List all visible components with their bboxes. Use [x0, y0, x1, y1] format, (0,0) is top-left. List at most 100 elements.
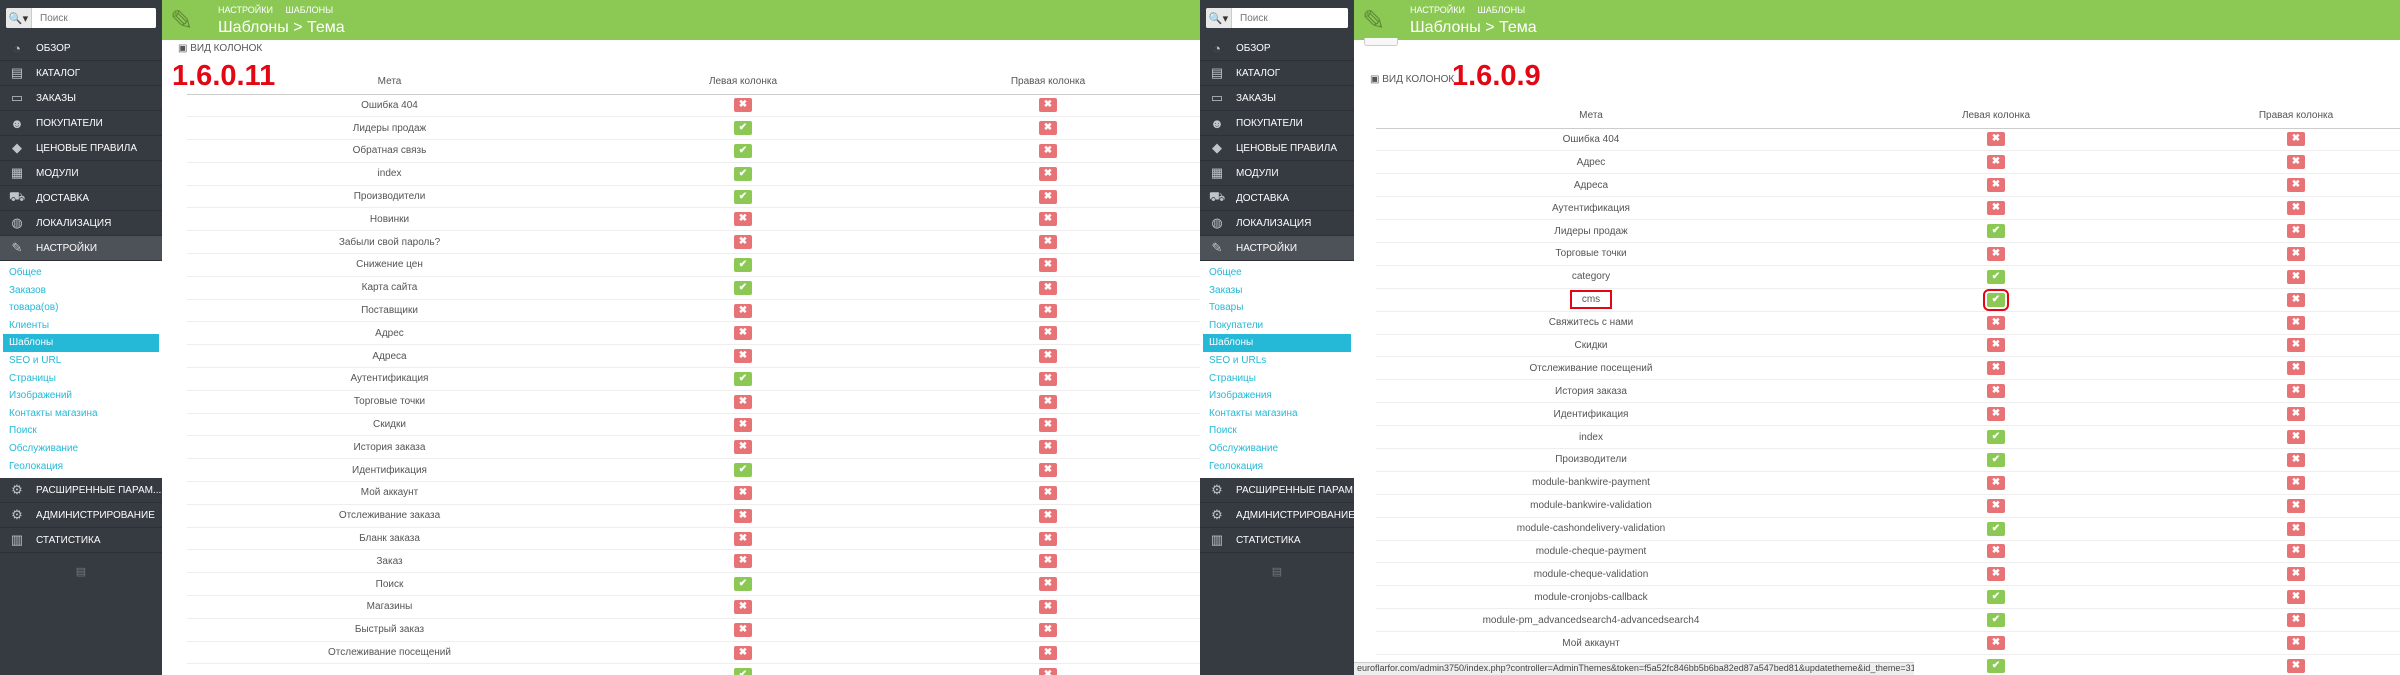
disabled-toggle-icon[interactable]: ✖ [2287, 636, 2305, 651]
menu-item-customers[interactable]: ☻ Покупатели [0, 111, 162, 136]
search-icon[interactable]: 🔍▾ [1206, 8, 1232, 28]
enabled-toggle-icon[interactable]: ✔ [1987, 452, 2005, 467]
menu-item-wrench[interactable]: ✎ Настройки [1200, 236, 1354, 261]
disabled-toggle-icon[interactable]: ✖ [1039, 508, 1057, 523]
disabled-toggle-icon[interactable]: ✖ [1039, 577, 1057, 592]
disabled-toggle-icon[interactable]: ✖ [1987, 246, 2005, 261]
menu-item-advanced-params[interactable]: ⚙ Расширенные парам... [0, 478, 162, 504]
disabled-toggle-icon[interactable]: ✖ [1039, 166, 1057, 181]
enabled-toggle-icon[interactable]: ✔ [1983, 288, 2009, 311]
disabled-toggle-icon[interactable]: ✖ [1987, 567, 2005, 582]
disabled-toggle-icon[interactable]: ✖ [1987, 201, 2005, 216]
disabled-toggle-icon[interactable]: ✖ [2287, 315, 2305, 330]
disabled-toggle-icon[interactable]: ✖ [1987, 338, 2005, 353]
menu-item-catalog[interactable]: ▤ Каталог [1200, 61, 1354, 86]
disabled-toggle-icon[interactable]: ✖ [2287, 224, 2305, 238]
menu-item-dashboard[interactable]: ◔ Обзор [1200, 36, 1354, 61]
disabled-toggle-icon[interactable]: ✖ [1039, 645, 1057, 660]
submenu-item[interactable]: SEO и URLs [1203, 352, 1351, 370]
disabled-toggle-icon[interactable]: ✖ [734, 417, 752, 432]
disabled-toggle-icon[interactable]: ✖ [1039, 349, 1057, 364]
disabled-toggle-icon[interactable]: ✖ [734, 212, 752, 227]
menu-item-advanced-params[interactable]: ⚙ Расширенные парам... [1200, 478, 1354, 504]
submenu-item[interactable]: Контакты магазина [3, 405, 159, 423]
disabled-toggle-icon[interactable]: ✖ [2287, 269, 2305, 284]
disabled-toggle-icon[interactable]: ✖ [1987, 498, 2005, 513]
menu-item-modules[interactable]: ▦ Модули [1200, 161, 1354, 186]
disabled-toggle-icon[interactable]: ✖ [1987, 178, 2005, 193]
enabled-toggle-icon[interactable]: ✔ [734, 166, 752, 181]
disabled-toggle-icon[interactable]: ✖ [2287, 498, 2305, 513]
disabled-toggle-icon[interactable]: ✖ [1987, 384, 2005, 399]
disabled-toggle-icon[interactable]: ✖ [2287, 155, 2305, 170]
disabled-toggle-icon[interactable]: ✖ [1039, 121, 1057, 136]
disabled-toggle-icon[interactable]: ✖ [1039, 257, 1057, 272]
submenu-item[interactable]: Покупатели [1203, 317, 1351, 335]
menu-item-stats[interactable]: ▥ Статистика [0, 528, 162, 554]
enabled-toggle-icon[interactable]: ✔ [734, 371, 752, 386]
menu-item-admin[interactable]: ⚙ Администрирование [1200, 503, 1354, 529]
disabled-toggle-icon[interactable]: ✖ [734, 508, 752, 523]
disabled-toggle-icon[interactable]: ✖ [1039, 280, 1057, 295]
disabled-toggle-icon[interactable]: ✖ [2287, 613, 2305, 628]
search-icon[interactable]: 🔍▾ [6, 8, 32, 28]
disabled-toggle-icon[interactable]: ✖ [1987, 407, 2005, 422]
collapse-menu-icon[interactable]: ▤ [1200, 565, 1354, 578]
breadcrumb-settings[interactable]: Настройки [218, 5, 273, 15]
disabled-toggle-icon[interactable]: ✖ [1039, 371, 1057, 386]
enabled-toggle-icon[interactable]: ✔ [1987, 521, 2005, 536]
disabled-toggle-icon[interactable]: ✖ [734, 235, 752, 250]
disabled-toggle-icon[interactable]: ✖ [1039, 98, 1057, 113]
enabled-toggle-icon[interactable]: ✔ [734, 668, 752, 675]
enabled-toggle-icon[interactable]: ✔ [734, 121, 752, 136]
submenu-item[interactable]: Заказов [3, 282, 159, 300]
disabled-toggle-icon[interactable]: ✖ [734, 349, 752, 364]
submenu-item[interactable]: Общее [3, 264, 159, 282]
enabled-toggle-icon[interactable]: ✔ [1987, 269, 2005, 284]
disabled-toggle-icon[interactable]: ✖ [2287, 246, 2305, 261]
menu-item-modules[interactable]: ▦ Модули [0, 161, 162, 186]
submenu-item[interactable]: Шаблоны [1203, 334, 1351, 352]
enabled-toggle-icon[interactable]: ✔ [1987, 224, 2005, 238]
disabled-toggle-icon[interactable]: ✖ [2287, 475, 2305, 490]
disabled-toggle-icon[interactable]: ✖ [1039, 622, 1057, 637]
submenu-item[interactable]: Обслуживание [1203, 440, 1351, 458]
disabled-toggle-icon[interactable]: ✖ [1039, 531, 1057, 546]
collapsed-tab[interactable] [1364, 38, 1398, 46]
disabled-toggle-icon[interactable]: ✖ [2287, 407, 2305, 422]
submenu-item[interactable]: Геолокация [1203, 458, 1351, 476]
submenu-item[interactable]: Товары [1203, 299, 1351, 317]
enabled-toggle-icon[interactable]: ✔ [734, 577, 752, 592]
disabled-toggle-icon[interactable]: ✖ [1039, 189, 1057, 204]
disabled-toggle-icon[interactable]: ✖ [734, 622, 752, 637]
disabled-toggle-icon[interactable]: ✖ [734, 485, 752, 500]
disabled-toggle-icon[interactable]: ✖ [1039, 463, 1057, 478]
disabled-toggle-icon[interactable]: ✖ [1039, 212, 1057, 227]
enabled-toggle-icon[interactable]: ✔ [1987, 430, 2005, 445]
disabled-toggle-icon[interactable]: ✖ [2287, 452, 2305, 467]
disabled-toggle-icon[interactable]: ✖ [2287, 567, 2305, 582]
disabled-toggle-icon[interactable]: ✖ [2287, 338, 2305, 353]
submenu-item[interactable]: Заказы [1203, 282, 1351, 300]
disabled-toggle-icon[interactable]: ✖ [1039, 143, 1057, 158]
disabled-toggle-icon[interactable]: ✖ [734, 599, 752, 614]
breadcrumb-settings[interactable]: Настройки [1410, 5, 1465, 15]
disabled-toggle-icon[interactable]: ✖ [734, 394, 752, 409]
disabled-toggle-icon[interactable]: ✖ [1987, 132, 2005, 147]
menu-item-localization[interactable]: ◍ Локализация [1200, 211, 1354, 236]
disabled-toggle-icon[interactable]: ✖ [1987, 544, 2005, 559]
disabled-toggle-icon[interactable]: ✖ [734, 440, 752, 455]
menu-item-shipping[interactable]: ⛟ Доставка [0, 186, 162, 211]
disabled-toggle-icon[interactable]: ✖ [2287, 384, 2305, 399]
breadcrumb-templates[interactable]: Шаблоны [1478, 5, 1526, 15]
disabled-toggle-icon[interactable]: ✖ [2287, 292, 2305, 307]
submenu-item[interactable]: Клиенты [3, 317, 159, 335]
disabled-toggle-icon[interactable]: ✖ [2287, 178, 2305, 193]
breadcrumb-templates[interactable]: Шаблоны [286, 5, 334, 15]
disabled-toggle-icon[interactable]: ✖ [734, 645, 752, 660]
enabled-toggle-icon[interactable]: ✔ [734, 189, 752, 204]
submenu-item[interactable]: Геолокация [3, 458, 159, 476]
disabled-toggle-icon[interactable]: ✖ [734, 98, 752, 113]
submenu-item[interactable]: товара(ов) [3, 299, 159, 317]
enabled-toggle-icon[interactable]: ✔ [734, 463, 752, 478]
